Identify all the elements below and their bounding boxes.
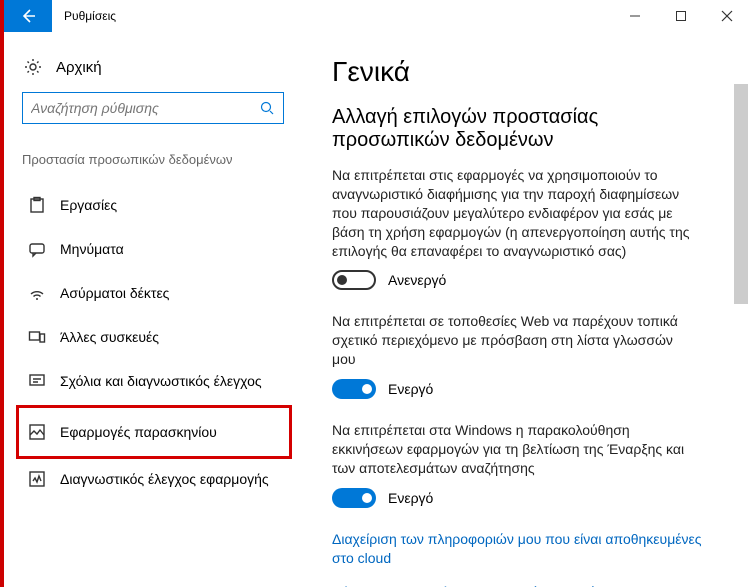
home-label: Αρχική — [56, 59, 102, 76]
page-title: Γενικά — [332, 56, 738, 88]
privacy-statement-link[interactable]: Δήλωση προστασίας προσωπικών δεδομένων — [332, 583, 702, 587]
sidebar: Αρχική Προστασία προσωπικών δεδομένων Ερ… — [4, 32, 304, 587]
highlighted-nav: Εφαρμογές παρασκηνίου — [16, 405, 292, 459]
option-1-state: Ανενεργό — [388, 272, 446, 288]
sidebar-item-label: Εργασίες — [60, 197, 117, 213]
sidebar-item-app-diagnostics[interactable]: Διαγνωστικός έλεγχος εφαρμογής — [22, 459, 286, 499]
section-title: Αλλαγή επιλογών προστασίας προσωπικών δε… — [332, 106, 692, 152]
section-heading: Προστασία προσωπικών δεδομένων — [22, 152, 286, 167]
background-apps-icon — [28, 423, 46, 441]
sidebar-item-other-devices[interactable]: Άλλες συσκευές — [22, 317, 286, 357]
window-title: Ρυθμίσεις — [52, 0, 612, 32]
maximize-button[interactable] — [658, 0, 704, 32]
titlebar: Ρυθμίσεις — [4, 0, 750, 32]
option-2-state: Ενεργό — [388, 381, 433, 397]
scrollbar[interactable] — [734, 84, 748, 304]
gear-icon — [24, 58, 42, 76]
sidebar-item-label: Άλλες συσκευές — [60, 329, 159, 345]
sidebar-item-label: Σχόλια και διαγνωστικός έλεγχος — [60, 373, 262, 389]
home-nav[interactable]: Αρχική — [24, 58, 284, 76]
maximize-icon — [675, 10, 687, 22]
arrow-left-icon — [20, 8, 36, 24]
clipboard-icon — [28, 196, 46, 214]
back-button[interactable] — [4, 0, 52, 32]
sidebar-item-label: Ασύρματοι δέκτες — [60, 285, 169, 301]
sidebar-item-background-apps[interactable]: Εφαρμογές παρασκηνίου — [22, 412, 286, 452]
option-3-text: Να επιτρέπεται στα Windows η παρακολούθη… — [332, 421, 692, 478]
search-box[interactable] — [22, 92, 284, 124]
cloud-info-link[interactable]: Διαχείριση των πληροφοριών μου που είναι… — [332, 530, 702, 569]
close-icon — [721, 10, 733, 22]
message-icon — [28, 240, 46, 258]
sidebar-item-label: Εφαρμογές παρασκηνίου — [60, 424, 217, 440]
content-area: Γενικά Αλλαγή επιλογών προστασίας προσωπ… — [304, 32, 750, 587]
sidebar-item-feedback[interactable]: Σχόλια και διαγνωστικός έλεγχος — [22, 361, 286, 401]
minimize-button[interactable] — [612, 0, 658, 32]
search-input[interactable] — [31, 100, 259, 116]
search-icon — [259, 100, 275, 116]
minimize-icon — [629, 10, 641, 22]
diagnostics-icon — [28, 470, 46, 488]
option-2-toggle[interactable] — [332, 379, 376, 399]
wireless-icon — [28, 284, 46, 302]
sidebar-item-wireless[interactable]: Ασύρματοι δέκτες — [22, 273, 286, 313]
feedback-icon — [28, 372, 46, 390]
option-2-text: Να επιτρέπεται σε τοποθεσίες Web να παρέ… — [332, 312, 692, 369]
option-3-state: Ενεργό — [388, 490, 433, 506]
sidebar-item-label: Διαγνωστικός έλεγχος εφαρμογής — [60, 471, 269, 487]
sidebar-item-tasks[interactable]: Εργασίες — [22, 185, 286, 225]
option-1-toggle[interactable] — [332, 270, 376, 290]
close-button[interactable] — [704, 0, 750, 32]
sidebar-item-label: Μηνύματα — [60, 241, 124, 257]
devices-icon — [28, 328, 46, 346]
option-3-toggle[interactable] — [332, 488, 376, 508]
sidebar-item-messages[interactable]: Μηνύματα — [22, 229, 286, 269]
option-1-text: Να επιτρέπεται στις εφαρμογές να χρησιμο… — [332, 166, 692, 260]
